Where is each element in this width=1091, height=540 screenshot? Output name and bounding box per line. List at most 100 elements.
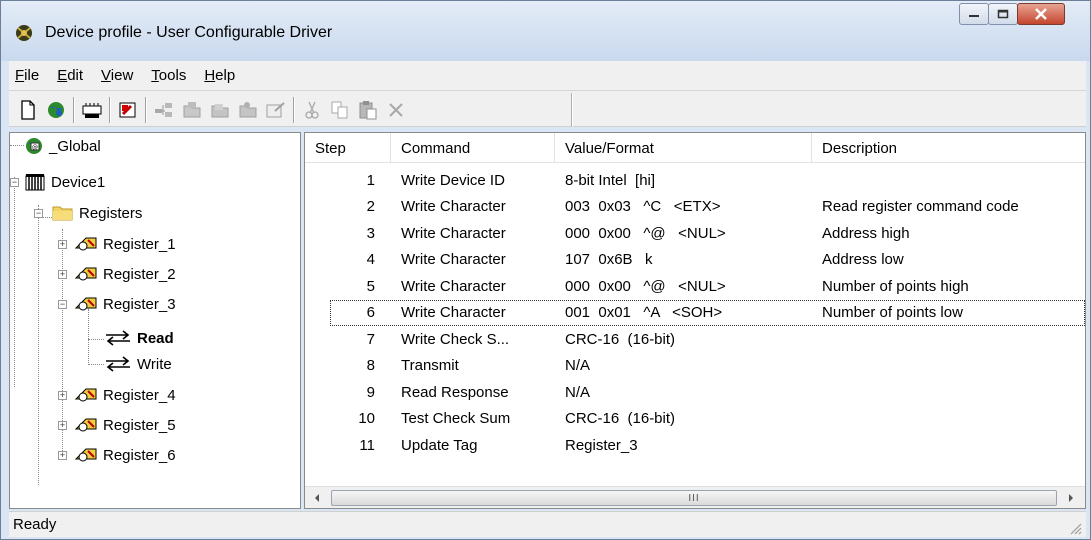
cell-command: Write Character [401, 224, 506, 242]
table-row[interactable]: 11 Update Tag Register_3 [305, 432, 1085, 458]
tree-item-register-2[interactable]: Register_2 [74, 262, 176, 286]
table-row[interactable]: 9 Read Response N/A [305, 379, 1085, 405]
cell-step: 1 [366, 171, 375, 189]
menu-help-mnemonic: H [204, 67, 216, 84]
column-header-value-format[interactable]: Value/Format [555, 133, 812, 163]
cell-step: 10 [358, 410, 375, 427]
table-row[interactable]: 1 Write Device ID 8-bit Intel [hi] [305, 167, 1085, 193]
maximize-icon [997, 9, 1009, 19]
expander-register-5[interactable]: + [58, 421, 67, 430]
paste-icon [359, 101, 377, 120]
add-tag-button[interactable] [153, 99, 175, 121]
folder-open-button[interactable] [209, 99, 231, 121]
new-global-button[interactable] [45, 99, 67, 121]
folder-read-button[interactable] [237, 99, 259, 121]
scroll-left-icon [315, 494, 319, 502]
expander-register-3[interactable]: − [58, 300, 67, 309]
new-device-button[interactable] [81, 99, 103, 121]
device-tree[interactable]: @ _Global − Device1 − Registers + Regist… [9, 132, 301, 509]
tree-connector [62, 229, 63, 451]
expander-register-6[interactable]: + [58, 451, 67, 460]
table-row[interactable]: 3 Write Character 000 0x00 ^@ <NUL> Address… [305, 220, 1085, 246]
column-header-step[interactable]: Step [305, 133, 391, 163]
cell-step: 6 [366, 304, 375, 321]
tree-item-label: Device1 [51, 173, 106, 191]
tree-item-register-4[interactable]: Register_4 [74, 383, 176, 407]
toolbar-separator [293, 97, 295, 123]
minimize-button[interactable] [959, 3, 989, 25]
cell-step: 4 [366, 251, 375, 268]
scroll-left-button[interactable] [309, 490, 325, 506]
register-tag-icon [74, 237, 97, 251]
register-tag-icon [74, 267, 97, 281]
scroll-thumb[interactable]: III [331, 490, 1057, 506]
table-row[interactable]: 2 Write Character 003 0x03 ^C <ETX> Read re… [305, 194, 1085, 220]
copy-button[interactable] [329, 99, 351, 121]
cell-description: Read register command code [822, 198, 1019, 215]
table-row[interactable]: 6 Write Character 001 0x01 ^A <SOH> Number … [330, 299, 1085, 326]
folder-button[interactable] [181, 99, 203, 121]
tree-item-device1[interactable]: Device1 [24, 170, 105, 194]
title-bar[interactable]: Device profile - User Configurable Drive… [1, 1, 1090, 61]
scroll-thumb-grip: III [688, 492, 700, 504]
command-list[interactable]: Step Command Value/Format Description 1 W… [304, 132, 1086, 509]
tree-item-label: Register_2 [103, 265, 176, 283]
new-register-button[interactable] [117, 99, 139, 121]
close-button[interactable] [1017, 3, 1065, 25]
expander-device1[interactable]: − [10, 178, 19, 187]
column-header-description[interactable]: Description [812, 133, 1085, 163]
table-row[interactable]: 7 Write Check S... CRC-16 (16-bit) [305, 326, 1085, 352]
cell-step: 3 [366, 224, 375, 242]
menu-tools[interactable]: Tools [145, 67, 192, 84]
app-window: Device profile - User Configurable Drive… [0, 0, 1091, 540]
window-title: Device profile - User Configurable Drive… [45, 24, 333, 41]
paste-button[interactable] [357, 99, 379, 121]
new-document-button[interactable] [17, 99, 39, 121]
cell-value-format: 000 0x00 ^@ <NUL> [565, 277, 726, 295]
tree-item-global[interactable]: @ _Global [24, 134, 101, 158]
menu-file[interactable]: File [9, 67, 45, 84]
menu-edit[interactable]: Edit [51, 67, 89, 84]
cell-description: Number of points high [822, 277, 969, 295]
tree-item-register-3[interactable]: Register_3 [74, 292, 176, 316]
tree-item-read[interactable]: Read [104, 326, 174, 350]
maximize-button[interactable] [988, 3, 1018, 25]
table-row[interactable]: 10 Test Check Sum CRC-16 (16-bit) [305, 406, 1085, 432]
properties-button[interactable] [265, 99, 287, 121]
folder-icon [183, 102, 201, 118]
table-row[interactable]: 5 Write Character 000 0x00 ^@ <NUL> Number … [305, 273, 1085, 299]
menu-help[interactable]: Help [198, 67, 241, 84]
horizontal-scrollbar[interactable]: III [305, 486, 1085, 508]
menu-tools-mnemonic: T [151, 67, 159, 84]
cell-value-format: N/A [565, 357, 591, 374]
expander-registers[interactable]: − [34, 209, 43, 218]
tree-item-register-6[interactable]: Register_6 [74, 443, 176, 467]
cell-step: 9 [366, 383, 375, 401]
menu-view[interactable]: View [95, 67, 139, 84]
expander-register-4[interactable]: + [58, 391, 67, 400]
register-tag-icon [74, 418, 97, 432]
tree-item-register-5[interactable]: Register_5 [74, 413, 176, 437]
cut-button[interactable] [301, 99, 323, 121]
tree-item-registers[interactable]: Registers [52, 201, 142, 225]
tree-item-register-1[interactable]: Register_1 [74, 232, 176, 256]
delete-button[interactable] [385, 99, 407, 121]
expander-register-1[interactable]: + [58, 240, 67, 249]
tree-item-label: Register_1 [103, 235, 176, 253]
table-row[interactable]: 8 Transmit N/A [305, 353, 1085, 379]
cell-command: Test Check Sum [401, 410, 511, 427]
folder-read-icon [239, 102, 257, 118]
new-document-icon [21, 100, 35, 120]
menu-edit-label: dit [67, 67, 84, 84]
cell-step: 2 [366, 198, 375, 215]
table-row[interactable]: 4 Write Character 107 0x6B k Address low [305, 247, 1085, 273]
cell-command: Write Character [401, 198, 506, 215]
tree-item-label: _Global [49, 137, 101, 155]
cell-command: Write Character [401, 304, 506, 321]
tree-item-write[interactable]: Write [104, 352, 172, 376]
menu-file-mnemonic: F [15, 67, 25, 84]
expander-register-2[interactable]: + [58, 270, 67, 279]
resize-grip-icon[interactable] [1068, 521, 1082, 535]
column-header-command[interactable]: Command [391, 133, 555, 163]
scroll-right-button[interactable] [1063, 490, 1079, 506]
